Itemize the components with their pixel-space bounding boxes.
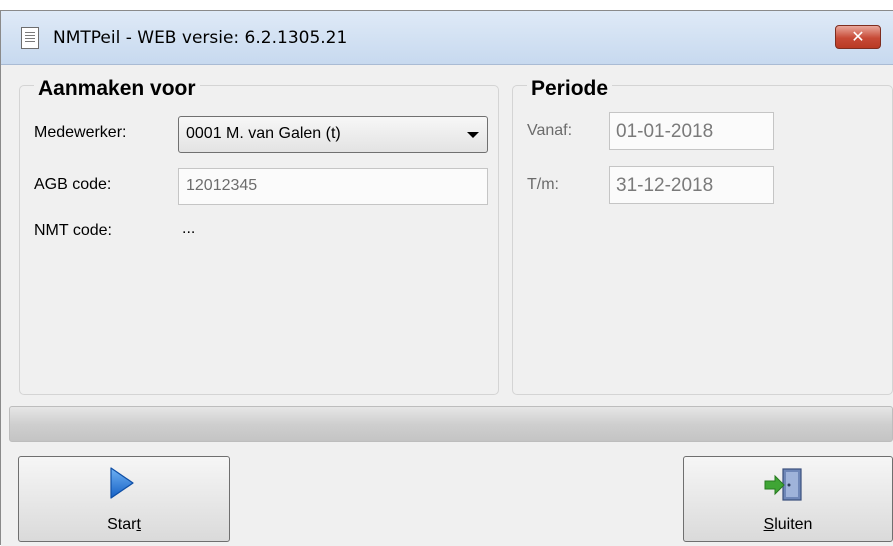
- tm-date-field[interactable]: 31-12-2018: [609, 166, 774, 204]
- document-icon: [21, 27, 39, 49]
- tm-label: T/m:: [527, 176, 559, 193]
- vanaf-label: Vanaf:: [527, 122, 573, 139]
- medewerker-label: Medewerker:: [34, 124, 127, 141]
- start-label: Start: [107, 516, 141, 533]
- periode-group: Periode Vanaf: 01-01-2018 T/m: 31-12-201…: [512, 77, 893, 395]
- progress-bar: [9, 406, 893, 442]
- sluiten-button[interactable]: Sluiten: [683, 456, 893, 542]
- agb-code-field[interactable]: 12012345: [178, 168, 488, 205]
- medewerker-value: 0001 M. van Galen (t): [186, 125, 341, 142]
- periode-title: Periode: [527, 77, 613, 101]
- exit-door-icon: [764, 468, 802, 501]
- dialog-content: Aanmaken voor Medewerker: 0001 M. van Ga…: [1, 65, 893, 546]
- dialog-window: NMTPeil - WEB versie: 6.2.1305.21 ✕ Aanm…: [0, 10, 893, 546]
- aanmaken-voor-group: Aanmaken voor Medewerker: 0001 M. van Ga…: [19, 77, 499, 395]
- chevron-down-icon: [467, 132, 479, 138]
- nmt-code-value: ...: [182, 220, 196, 237]
- close-button[interactable]: ✕: [835, 25, 881, 49]
- nmt-code-label: NMT code:: [34, 222, 112, 239]
- title-bar[interactable]: NMTPeil - WEB versie: 6.2.1305.21 ✕: [1, 11, 893, 65]
- vanaf-date-field[interactable]: 01-01-2018: [609, 112, 774, 150]
- window-title: NMTPeil - WEB versie: 6.2.1305.21: [53, 28, 348, 48]
- sluiten-label: Sluiten: [763, 516, 813, 533]
- start-button[interactable]: Start: [18, 456, 230, 542]
- medewerker-dropdown[interactable]: 0001 M. van Galen (t): [178, 116, 488, 153]
- play-icon: [110, 467, 134, 499]
- agb-code-label: AGB code:: [34, 176, 112, 193]
- aanmaken-voor-title: Aanmaken voor: [34, 77, 200, 101]
